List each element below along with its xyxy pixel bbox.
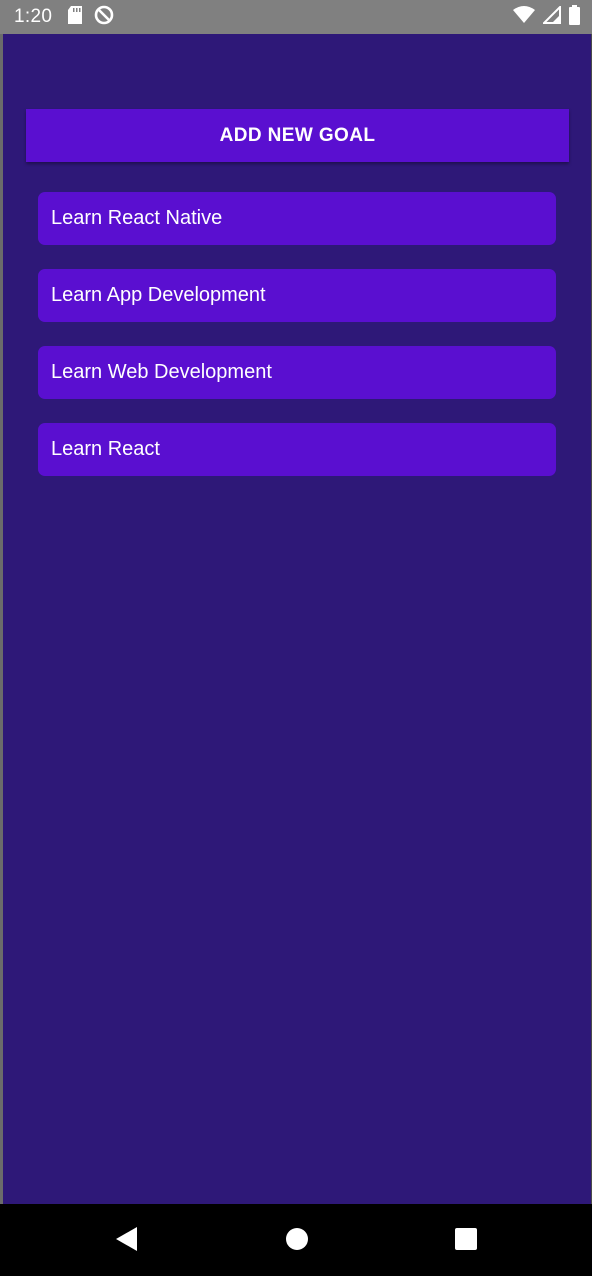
signal-icon: [541, 4, 561, 29]
navigation-bar: [0, 1204, 592, 1276]
goal-item[interactable]: Learn Web Development: [38, 346, 556, 399]
home-icon: [285, 1227, 309, 1256]
status-bar: 1:20: [0, 0, 592, 34]
goal-item-label: Learn React Native: [51, 207, 223, 229]
back-button[interactable]: [112, 1226, 142, 1256]
goal-item[interactable]: Learn React Native: [38, 192, 556, 245]
status-right-icons: [513, 4, 580, 30]
goal-item[interactable]: Learn App Development: [38, 269, 556, 322]
sync-disabled-icon: [94, 5, 114, 30]
battery-icon: [569, 4, 580, 30]
wifi-icon: [513, 5, 535, 29]
goal-list: Learn React Native Learn App Development…: [38, 192, 556, 500]
recents-icon: [454, 1227, 478, 1256]
goal-item[interactable]: Learn React: [38, 423, 556, 476]
add-new-goal-button[interactable]: ADD NEW GOAL: [26, 109, 569, 162]
back-icon: [115, 1226, 139, 1257]
app-screen: ADD NEW GOAL Learn React Native Learn Ap…: [3, 34, 591, 1204]
home-button[interactable]: [282, 1226, 312, 1256]
status-left-icons: [68, 5, 114, 30]
goal-item-label: Learn Web Development: [51, 361, 272, 383]
goal-item-label: Learn React: [51, 438, 160, 460]
recents-button[interactable]: [451, 1226, 481, 1256]
status-time: 1:20: [14, 6, 53, 27]
phone-frame: 1:20 ADD NEW GOAL Learn React Native Lea…: [0, 0, 592, 1276]
sd-card-icon: [68, 5, 83, 29]
goal-item-label: Learn App Development: [51, 284, 266, 306]
